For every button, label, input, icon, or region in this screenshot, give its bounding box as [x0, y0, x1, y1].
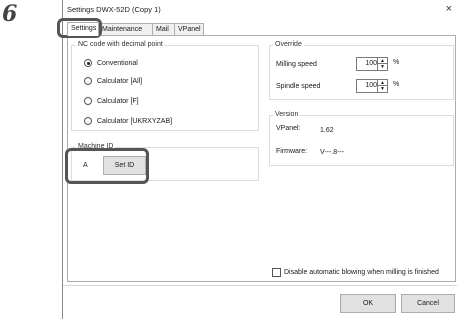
vpanel-version-value: 1.62: [320, 127, 334, 134]
footer-divider: [63, 285, 457, 286]
version-legend: Version: [273, 111, 301, 118]
override-legend: Override: [273, 41, 304, 48]
nc-code-legend: NC code with decimal point: [76, 41, 165, 48]
disable-blowing-checkbox[interactable]: [272, 268, 281, 277]
spindle-speed-value: 100: [365, 82, 377, 89]
vpanel-version-label: VPanel:: [276, 125, 301, 132]
milling-speed-label: Milling speed: [276, 61, 317, 68]
radio-label: Calculator [All]: [97, 78, 143, 85]
step-number: 6: [2, 1, 18, 27]
cancel-button[interactable]: Cancel: [401, 294, 455, 313]
spindle-speed-unit: %: [393, 81, 400, 88]
settings-dialog: Settings DWX-52D (Copy 1) × Settings Mai…: [57, 0, 457, 319]
radio-label: Calculator [UKRXYZAB]: [97, 118, 173, 125]
version-group: Version VPanel: 1.62 Firmware: V---.8---: [269, 111, 454, 166]
spindle-speed-stepper[interactable]: 100 ▲ ▼: [356, 79, 388, 93]
radio-unselected-icon: [84, 117, 92, 125]
radio-label: Calculator [F]: [97, 98, 139, 105]
override-group: Override Milling speed 100 ▲ ▼ % Spindle…: [269, 41, 454, 100]
firmware-version-label: Firmware:: [276, 148, 308, 155]
tab-settings[interactable]: Settings: [67, 22, 99, 36]
set-id-highlight: [65, 148, 149, 184]
radio-unselected-icon: [84, 77, 92, 85]
radio-unselected-icon: [84, 97, 92, 105]
spindle-speed-spin-buttons: ▲ ▼: [377, 80, 387, 92]
spin-down-icon[interactable]: ▼: [378, 64, 387, 70]
disable-blowing-label: Disable automatic blowing when milling i…: [284, 269, 439, 276]
title-bar: Settings DWX-52D (Copy 1) ×: [63, 0, 457, 19]
window-title: Settings DWX-52D (Copy 1): [67, 5, 161, 14]
ok-button[interactable]: OK: [340, 294, 396, 313]
nc-code-group: NC code with decimal point Conventional …: [71, 41, 259, 131]
firmware-version-value: V---.8---: [320, 149, 345, 156]
spindle-speed-label: Spindle speed: [276, 83, 321, 90]
milling-speed-unit: %: [393, 59, 400, 66]
milling-speed-spin-buttons: ▲ ▼: [377, 58, 387, 70]
radio-label: Conventional: [97, 60, 138, 67]
milling-speed-stepper[interactable]: 100 ▲ ▼: [356, 57, 388, 71]
radio-selected-icon: [84, 59, 92, 67]
spin-down-icon[interactable]: ▼: [378, 86, 387, 92]
milling-speed-value: 100: [365, 60, 377, 67]
close-icon[interactable]: ×: [446, 3, 452, 15]
